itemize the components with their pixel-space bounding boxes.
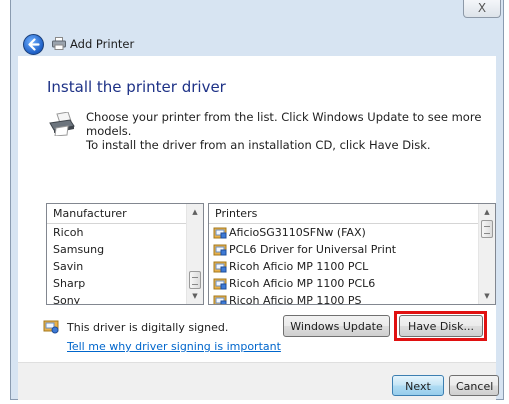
manufacturer-scrollbar[interactable]: ▲ ▼: [186, 204, 203, 304]
printer-name: Ricoh Aficio MP 1100 PS: [229, 294, 362, 305]
scroll-thumb[interactable]: [481, 220, 493, 238]
manufacturer-list-header: Manufacturer: [47, 204, 203, 224]
list-item[interactable]: Ricoh: [47, 224, 203, 241]
scroll-up-icon[interactable]: ▲: [187, 204, 203, 220]
driver-signing-link[interactable]: Tell me why driver signing is important: [67, 340, 281, 353]
list-item[interactable]: Ricoh Aficio MP 1100 PCL6: [209, 275, 495, 292]
close-icon: X: [477, 1, 487, 15]
cd-hint-text: To install the driver from an installati…: [86, 138, 431, 152]
printer-name: Ricoh Aficio MP 1100 PCL: [229, 260, 369, 273]
printer-driver-icon: [213, 244, 227, 256]
windows-update-button[interactable]: Windows Update: [283, 315, 390, 337]
driver-signed-icon: [43, 320, 59, 334]
printer-driver-icon: [213, 295, 227, 304]
printer-name: Ricoh Aficio MP 1100 PCL6: [229, 277, 376, 290]
driver-signed-status: This driver is digitally signed.: [67, 321, 229, 334]
scroll-down-icon[interactable]: ▼: [187, 288, 203, 304]
list-item[interactable]: Ricoh Aficio MP 1100 PCL: [209, 258, 495, 275]
list-item[interactable]: Sony: [47, 292, 203, 304]
scroll-up-icon[interactable]: ▲: [479, 204, 495, 220]
printers-scrollbar[interactable]: ▲ ▼: [478, 204, 495, 304]
list-item[interactable]: AficioSG3110SFNw (FAX): [209, 224, 495, 241]
printers-list-header: Printers: [209, 204, 495, 224]
next-button[interactable]: Next: [392, 375, 444, 396]
page-heading: Install the printer driver: [47, 78, 226, 96]
manufacturer-list[interactable]: Manufacturer Ricoh Samsung Savin Sharp S…: [46, 203, 204, 305]
printer-name: AficioSG3110SFNw (FAX): [229, 226, 366, 239]
scroll-down-icon[interactable]: ▼: [479, 288, 495, 304]
back-arrow-icon: [28, 38, 40, 51]
printers-list[interactable]: Printers AficioSG3110SFNw (FAX) PCL6 Dri…: [208, 203, 496, 305]
scroll-thumb[interactable]: [189, 271, 201, 289]
printer-driver-icon: [213, 261, 227, 273]
list-item[interactable]: Samsung: [47, 241, 203, 258]
have-disk-button[interactable]: Have Disk...: [399, 315, 483, 337]
close-button[interactable]: X: [463, 0, 501, 18]
printer-driver-icon: [213, 278, 227, 290]
list-item[interactable]: Savin: [47, 258, 203, 275]
back-button[interactable]: [23, 34, 44, 55]
list-item[interactable]: Sharp: [47, 275, 203, 292]
printer-icon: [52, 37, 66, 50]
cancel-button[interactable]: Cancel: [449, 375, 499, 396]
printer-driver-icon: [213, 227, 227, 239]
printer-name: PCL6 Driver for Universal Print: [229, 243, 397, 256]
list-item[interactable]: PCL6 Driver for Universal Print: [209, 241, 495, 258]
printer-icon: [49, 112, 75, 136]
list-item[interactable]: Ricoh Aficio MP 1100 PS: [209, 292, 495, 305]
window-title: Add Printer: [70, 37, 135, 51]
instruction-text: Choose your printer from the list. Click…: [86, 110, 482, 138]
